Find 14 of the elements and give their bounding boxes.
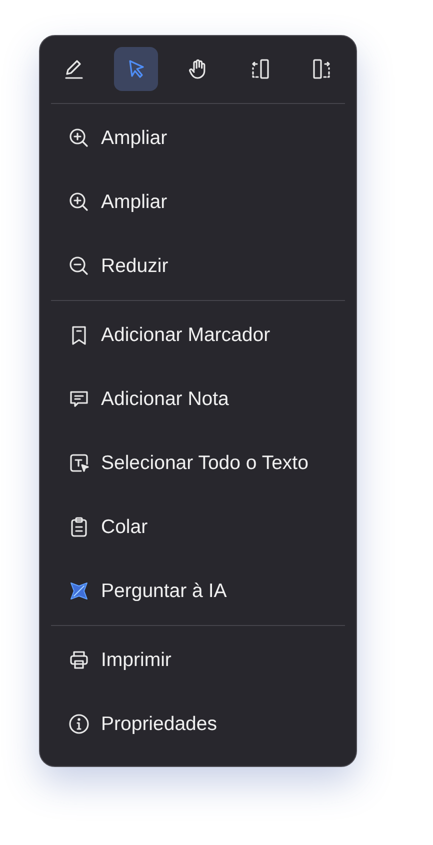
- menu-item[interactable]: Selecionar Todo o Texto: [40, 431, 356, 495]
- menu-item[interactable]: Reduzir: [40, 234, 356, 298]
- menu-item[interactable]: Adicionar Nota: [40, 367, 356, 431]
- menu-item[interactable]: Colar: [40, 495, 356, 559]
- menu-item[interactable]: Imprimir: [40, 628, 356, 692]
- info-icon: [67, 712, 91, 736]
- select-text-icon: [67, 451, 91, 475]
- menu-item[interactable]: Ampliar: [40, 170, 356, 234]
- menu-item[interactable]: Propriedades: [40, 692, 356, 756]
- menu-item[interactable]: Adicionar Marcador: [40, 303, 356, 367]
- menu-item[interactable]: Ampliar: [40, 106, 356, 170]
- menu-item[interactable]: Perguntar à IA: [40, 559, 356, 623]
- print-icon: [67, 648, 91, 672]
- pointer-tool-button[interactable]: [114, 47, 158, 91]
